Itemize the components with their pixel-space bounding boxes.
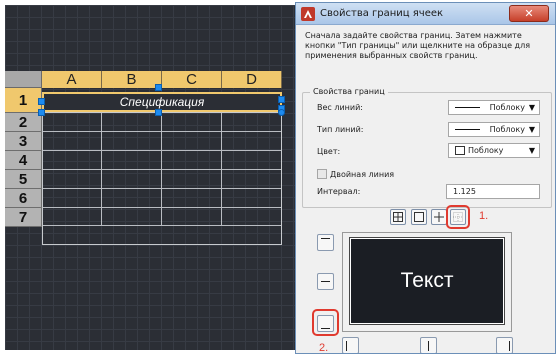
line-sample bbox=[455, 129, 480, 130]
color-dropdown[interactable]: Поблоку ▼ bbox=[448, 143, 540, 158]
linetype-dropdown[interactable]: Поблоку ▼ bbox=[448, 122, 540, 137]
dropdown-arrow-icon: ▼ bbox=[528, 146, 535, 155]
line-sample bbox=[455, 107, 480, 108]
row-header-6[interactable]: 6 bbox=[5, 189, 42, 208]
close-button[interactable]: ✕ bbox=[509, 5, 549, 22]
outside-borders-button[interactable] bbox=[411, 209, 427, 225]
table-cell[interactable] bbox=[222, 208, 282, 226]
table-cell[interactable] bbox=[162, 208, 222, 226]
group-title: Свойства границ bbox=[310, 87, 388, 96]
column-header-b[interactable]: B bbox=[102, 71, 162, 88]
callout-2-label: 2. bbox=[319, 342, 329, 354]
column-header-c[interactable]: C bbox=[162, 71, 222, 88]
left-border-button[interactable] bbox=[342, 337, 359, 353]
middle-horizontal-border-button[interactable] bbox=[317, 273, 334, 290]
table-cell[interactable] bbox=[162, 151, 222, 170]
row-header-1[interactable]: 1 bbox=[5, 88, 42, 113]
table-cell[interactable] bbox=[102, 170, 162, 189]
cell-border-properties-dialog: Свойства границ ячеек ✕ Сначала задайте … bbox=[295, 2, 556, 354]
color-swatch bbox=[455, 146, 465, 155]
table-cell[interactable] bbox=[222, 113, 282, 132]
preview-text: Текст bbox=[400, 269, 454, 292]
callout-1-highlight bbox=[446, 205, 470, 229]
lineweight-dropdown[interactable]: Поблоку ▼ bbox=[448, 100, 540, 115]
inside-borders-button[interactable] bbox=[431, 209, 447, 225]
callout-1-label: 1. bbox=[479, 210, 489, 222]
table-corner bbox=[5, 71, 42, 88]
grip-top[interactable] bbox=[155, 84, 162, 91]
instruction-text: Сначала задайте свойства границ. Затем н… bbox=[305, 31, 531, 60]
border-preview[interactable]: Текст bbox=[350, 238, 504, 324]
table-cell[interactable] bbox=[42, 151, 102, 170]
drawing-workspace[interactable]: A B C D 1 2 3 4 5 6 7 Спецификация bbox=[5, 5, 295, 350]
interval-label: Интервал: bbox=[317, 187, 361, 196]
table-cell[interactable] bbox=[222, 189, 282, 208]
top-border-button[interactable] bbox=[317, 234, 334, 251]
right-border-button[interactable] bbox=[496, 337, 513, 353]
table-cell[interactable] bbox=[162, 170, 222, 189]
dialog-titlebar[interactable]: Свойства границ ячеек ✕ bbox=[296, 3, 555, 25]
grip-bottom-right[interactable] bbox=[278, 109, 285, 116]
table-cell[interactable] bbox=[102, 113, 162, 132]
grip-right-top[interactable] bbox=[278, 96, 285, 103]
table-title-cell[interactable]: Спецификация bbox=[42, 92, 282, 112]
dropdown-arrow-icon: ▼ bbox=[528, 125, 535, 134]
grip-left[interactable] bbox=[38, 98, 45, 105]
middle-vertical-border-button[interactable] bbox=[420, 337, 437, 353]
table-cell[interactable] bbox=[162, 113, 222, 132]
table-cell[interactable] bbox=[222, 151, 282, 170]
linetype-label: Тип линий: bbox=[317, 125, 364, 134]
all-borders-button[interactable] bbox=[390, 209, 406, 225]
lineweight-label: Вес линий: bbox=[317, 103, 363, 112]
row-header-5[interactable]: 5 bbox=[5, 170, 42, 189]
outside-borders-icon bbox=[414, 212, 424, 222]
row-header-7[interactable]: 7 bbox=[5, 208, 42, 227]
dropdown-arrow-icon: ▼ bbox=[528, 103, 535, 112]
table-cell[interactable] bbox=[102, 208, 162, 226]
table-cell[interactable] bbox=[42, 208, 102, 226]
table-cell[interactable] bbox=[42, 170, 102, 189]
row-header-4[interactable]: 4 bbox=[5, 151, 42, 170]
table-cell[interactable] bbox=[42, 189, 102, 208]
table-cell[interactable] bbox=[42, 113, 102, 132]
interval-input[interactable]: 1.125 bbox=[446, 184, 540, 199]
row-header-2[interactable]: 2 bbox=[5, 113, 42, 132]
table-cell[interactable] bbox=[102, 132, 162, 151]
table-cell[interactable] bbox=[222, 170, 282, 189]
grip-bottom-left[interactable] bbox=[38, 109, 45, 116]
inside-borders-icon bbox=[434, 212, 444, 222]
callout-2-highlight bbox=[312, 309, 339, 336]
table-cell[interactable] bbox=[222, 132, 282, 151]
table-cell[interactable] bbox=[102, 151, 162, 170]
table-cell[interactable] bbox=[162, 189, 222, 208]
table-cell[interactable] bbox=[162, 132, 222, 151]
table-cell[interactable] bbox=[102, 189, 162, 208]
double-line-checkbox[interactable] bbox=[317, 169, 327, 179]
autocad-icon bbox=[301, 7, 315, 21]
grip-bottom[interactable] bbox=[155, 109, 162, 116]
row-header-3[interactable]: 3 bbox=[5, 132, 42, 151]
column-header-a[interactable]: A bbox=[42, 71, 102, 88]
double-line-label: Двойная линия bbox=[330, 170, 395, 179]
dialog-title: Свойства границ ячеек bbox=[320, 8, 444, 19]
table-cell[interactable] bbox=[42, 132, 102, 151]
color-label: Цвет: bbox=[317, 147, 341, 156]
all-borders-icon bbox=[393, 212, 403, 222]
column-header-d[interactable]: D bbox=[222, 71, 282, 88]
